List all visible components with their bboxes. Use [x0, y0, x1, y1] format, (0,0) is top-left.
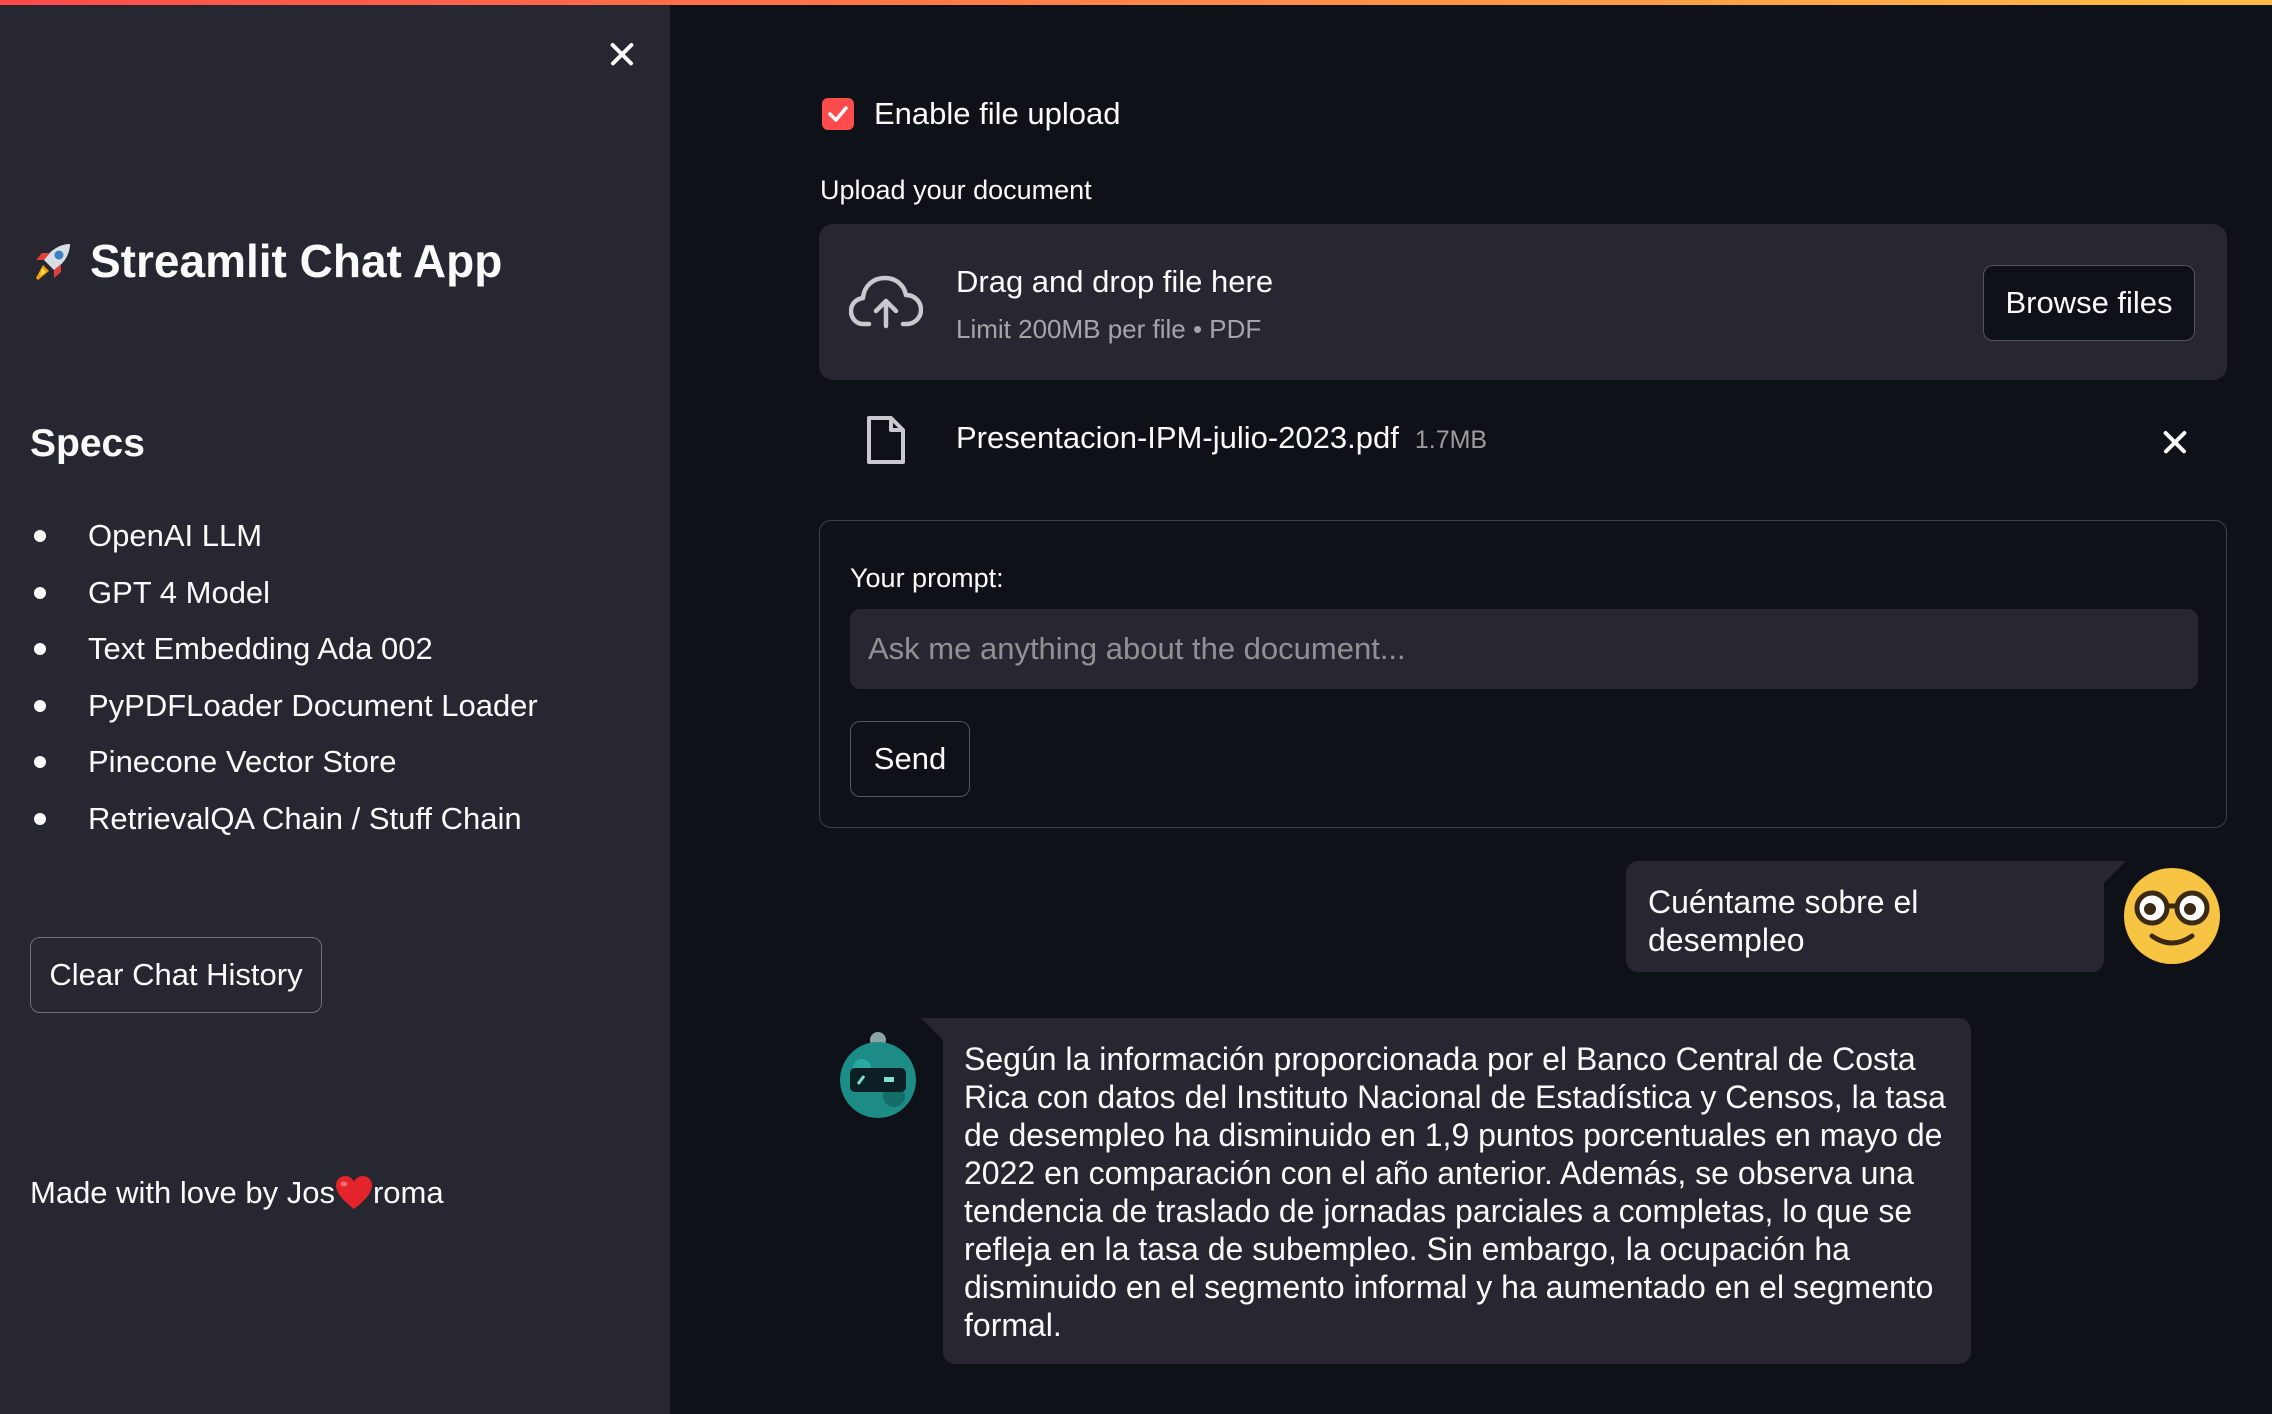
enable-file-upload-label: Enable file upload [874, 96, 1121, 131]
file-dropzone[interactable]: Drag and drop file here Limit 200MB per … [819, 224, 2227, 380]
prompt-input[interactable] [850, 609, 2198, 689]
enable-file-upload-checkbox[interactable]: Enable file upload [822, 96, 1120, 132]
remove-file-icon[interactable] [2155, 422, 2195, 462]
prompt-label: Your prompt: [850, 563, 1004, 593]
uploaded-file: Presentacion-IPM-julio-2023.pdf 1.7MB [819, 400, 2227, 480]
upload-document-label: Upload your document [820, 175, 1092, 205]
browse-files-button[interactable]: Browse files [1983, 265, 2195, 341]
close-sidebar-icon[interactable] [602, 34, 642, 74]
bullet-icon [34, 643, 46, 656]
assistant-message-bubble: Según la información proporcionada por e… [921, 1018, 1971, 1364]
uploaded-file-info: Presentacion-IPM-julio-2023.pdf 1.7MB [956, 420, 1487, 456]
app-title-text: Streamlit Chat App [90, 235, 503, 287]
spec-item: PyPDFLoader Document Loader [30, 678, 538, 735]
send-button[interactable]: Send [850, 721, 970, 797]
bullet-icon [34, 812, 46, 825]
clear-chat-history-button[interactable]: Clear Chat History [30, 937, 322, 1013]
specs-heading: Specs [30, 422, 145, 465]
dropzone-limit: Limit 200MB per file • PDF [956, 314, 1262, 344]
heart-icon [335, 1176, 372, 1209]
spec-item: Text Embedding Ada 002 [30, 621, 538, 678]
bullet-icon [34, 699, 46, 712]
prompt-form: Your prompt: Send [819, 520, 2227, 828]
cloud-upload-icon [849, 275, 923, 329]
user-message-bubble: Cuéntame sobre el desempleo [1626, 861, 2126, 972]
checkbox-checked-icon[interactable] [822, 98, 854, 130]
sidebar: Streamlit Chat App Specs OpenAI LLM GPT … [0, 0, 670, 1414]
dropzone-title: Drag and drop file here [956, 264, 1274, 299]
spec-item: OpenAI LLM [30, 508, 538, 565]
rocket-icon [36, 244, 70, 280]
spec-item: Pinecone Vector Store [30, 734, 538, 791]
footer-prefix: Made with love by Jos [30, 1175, 335, 1210]
uploaded-file-name: Presentacion-IPM-julio-2023.pdf [956, 420, 1399, 455]
top-decoration-bar [0, 0, 2272, 5]
bullet-icon [34, 756, 46, 769]
specs-list: OpenAI LLM GPT 4 Model Text Embedding Ad… [30, 508, 538, 847]
bullet-icon [34, 530, 46, 543]
app-title: Streamlit Chat App [30, 234, 502, 288]
footer-suffix: roma [372, 1175, 444, 1210]
robot-icon [840, 1032, 916, 1118]
spec-item: GPT 4 Model [30, 565, 538, 622]
file-icon [867, 416, 905, 464]
uploaded-file-size: 1.7MB [1414, 426, 1488, 454]
bullet-icon [34, 586, 46, 599]
spec-item: RetrievalQA Chain / Stuff Chain [30, 791, 538, 848]
footer-note: Made with love by Jos roma [30, 1175, 444, 1211]
nerd-face-icon [2124, 868, 2220, 964]
